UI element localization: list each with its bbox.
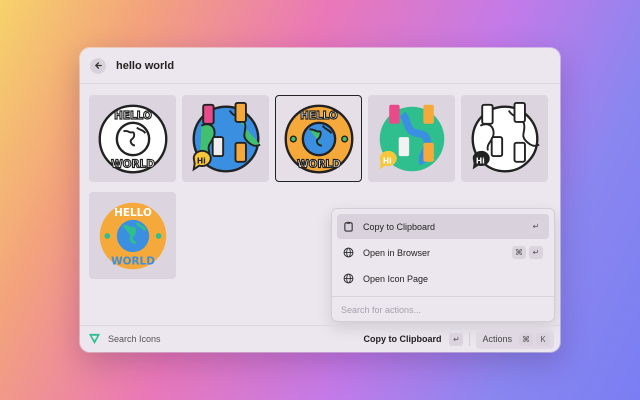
menu-item-label: Open Icon Page (363, 273, 429, 284)
raycast-window: hello world HELLO WORLD Hi HELLO WORLD H… (80, 48, 560, 352)
icon-cell[interactable]: Hi (368, 95, 455, 182)
svg-text:HELLO: HELLO (300, 110, 338, 122)
svg-text:HELLO: HELLO (114, 207, 152, 219)
shortcut-key: K (536, 332, 550, 346)
icon-cell[interactable]: HELLO WORLD (89, 192, 176, 279)
svg-text:Hi: Hi (196, 156, 205, 165)
icon-cell[interactable]: Hi (182, 95, 269, 182)
svg-text:HELLO: HELLO (114, 110, 152, 122)
actions-menu: Copy to Clipboard ↵ Open in Browser ⌘ ↵ … (331, 208, 555, 322)
globe-phones-outline-icon: Hi (471, 101, 540, 172)
search-bar: hello world (80, 48, 560, 84)
svg-text:Hi: Hi (475, 156, 484, 165)
arrow-left-icon (94, 62, 102, 69)
footer-divider (469, 332, 471, 346)
menu-item-label: Copy to Clipboard (363, 221, 436, 232)
primary-action-button[interactable]: Copy to Clipboard (363, 334, 441, 344)
shortcut-key: ↵ (529, 246, 543, 259)
actions-search-input[interactable]: Search for actions... (337, 297, 549, 315)
shortcut-key: ↵ (529, 220, 543, 233)
globe-phones-flat-icon: Hi (379, 104, 444, 171)
shortcut-key: ↵ (449, 332, 464, 346)
svg-text:WORLD: WORLD (111, 255, 155, 267)
app-logo-icon (88, 332, 102, 346)
menu-item-copy-to-clipboard[interactable]: Copy to Clipboard ↵ (337, 214, 549, 239)
menu-item-open-in-browser[interactable]: Open in Browser ⌘ ↵ (337, 240, 549, 265)
menu-item-open-icon-page[interactable]: Open Icon Page (337, 266, 549, 291)
icon-cell[interactable]: HELLO WORLD (89, 95, 176, 182)
globe-icon (343, 273, 355, 285)
clipboard-icon (343, 221, 355, 233)
globe-icon (343, 247, 355, 259)
actions-label: Actions (482, 334, 512, 344)
menu-item-label: Open in Browser (363, 247, 431, 258)
hello-world-color-badge-icon: HELLO WORLD (284, 104, 353, 173)
search-input[interactable]: hello world (116, 60, 174, 72)
footer-title: Search Icons (108, 334, 161, 344)
svg-text:WORLD: WORLD (111, 158, 155, 170)
footer-bar: Search Icons Copy to Clipboard ↵ Actions… (80, 325, 560, 352)
icon-cell-selected[interactable]: HELLO WORLD (275, 95, 362, 182)
svg-text:WORLD: WORLD (297, 158, 341, 170)
shortcut-key: ⌘ (519, 332, 533, 346)
actions-button[interactable]: Actions ⌘ K (476, 329, 554, 349)
back-button[interactable] (90, 57, 106, 74)
shortcut-key: ⌘ (512, 246, 526, 259)
svg-text:Hi: Hi (382, 156, 391, 165)
hello-world-flat-badge-icon: HELLO WORLD (99, 202, 166, 269)
hello-world-outline-icon: HELLO WORLD (98, 104, 167, 173)
globe-phones-color-icon: Hi (191, 101, 261, 172)
icon-cell[interactable]: Hi (461, 95, 548, 182)
